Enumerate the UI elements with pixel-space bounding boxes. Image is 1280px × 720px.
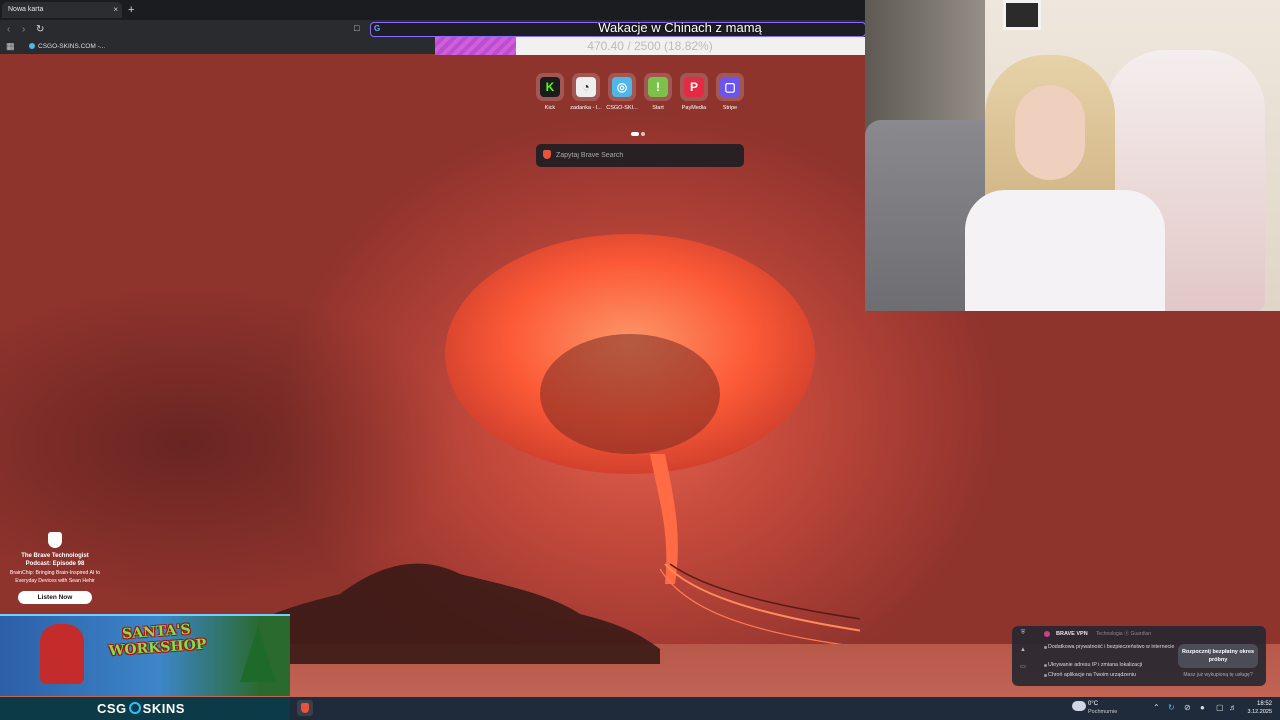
start-free-trial-button[interactable]: Rozpocznij bezpłatny okres próbny xyxy=(1178,644,1258,668)
already-purchased-link[interactable]: Masz już wykupioną tę usługę? xyxy=(1174,672,1262,679)
santa-workshop-title: SANTA'S WORKSHOP xyxy=(108,621,207,660)
kick-icon: K xyxy=(540,77,560,97)
shortcut-kick[interactable]: K Kick xyxy=(532,73,568,111)
page-dot-active[interactable] xyxy=(631,132,639,136)
weather-description: Pochmurnie xyxy=(1088,709,1118,715)
webcam-person-face xyxy=(1015,85,1085,180)
back-arrow-icon[interactable]: ‹ xyxy=(7,23,10,37)
vpn-name: BRAVE VPN xyxy=(1056,631,1088,637)
shortcut-tile: ◎ xyxy=(608,73,636,101)
brave-lion-icon xyxy=(301,703,309,713)
forward-arrow-icon[interactable]: › xyxy=(22,23,25,37)
webcam-feed xyxy=(865,0,1280,311)
tab-bar: Nowa karta × + xyxy=(0,0,865,20)
goal-title: Wakacje w Chinach z mamą xyxy=(598,20,762,35)
vpn-feature: Ukrywanie adresu IP i zmiana lokalizacji xyxy=(1044,662,1176,669)
podcast-card: The Brave Technologist Podcast: Episode … xyxy=(8,532,102,604)
shortcut-label: PayMedia xyxy=(681,105,707,111)
plus-icon[interactable]: + xyxy=(128,2,134,18)
shortcut-paymedia[interactable]: P PayMedia xyxy=(676,73,712,111)
vpn-feature: Dodatkowa prywatność i bezpieczeństwo w … xyxy=(1044,644,1175,650)
shortcut-stripe[interactable]: ▢ Stripe xyxy=(712,73,748,111)
start-icon: ! xyxy=(648,77,668,97)
santa-workshop-banner: SANTA'S WORKSHOP xyxy=(0,614,290,696)
search-input[interactable] xyxy=(556,148,736,163)
close-icon[interactable]: × xyxy=(113,2,118,18)
shortcut-tile: ▢ xyxy=(716,73,744,101)
csgo-skins-banner: CSG SKINS xyxy=(0,697,290,720)
bookmark-icon[interactable]: □ xyxy=(354,23,359,33)
screen: Nowa karta × + ‹ › ↻ □ G ▦ CSGO-SKINS.CO… xyxy=(0,0,1280,720)
shortcut-tile: ! xyxy=(644,73,672,101)
monitor-icon[interactable]: ▢ xyxy=(1216,703,1224,713)
device-icon[interactable]: ▭ xyxy=(1018,663,1028,670)
bookmark-label: CSGO-SKINS.COM -... xyxy=(38,43,106,50)
goal-progress-bar: 470.40 / 2500 (18.82%) xyxy=(435,37,865,55)
shortcut-label: Start xyxy=(652,105,664,111)
clock-time[interactable]: 18:52 xyxy=(1240,700,1272,708)
microphone-icon[interactable]: ● xyxy=(1200,703,1205,713)
bookmark-csgo-skins[interactable]: CSGO-SKINS.COM -... xyxy=(29,41,105,53)
csgo-logo-ring xyxy=(128,702,141,714)
chevron-up-icon[interactable]: ⌃ xyxy=(1153,703,1160,713)
brave-vpn-logo-icon xyxy=(1044,631,1050,637)
santa-figure xyxy=(40,624,84,684)
csgo-skins-logo: CSG SKINS xyxy=(97,701,185,716)
shortcut-label: Stripe xyxy=(722,105,738,111)
google-icon: G xyxy=(374,24,381,33)
tab-new-tab[interactable]: Nowa karta × xyxy=(2,2,122,18)
stripe-icon: ▢ xyxy=(720,77,740,97)
shortcut-start[interactable]: ! Start xyxy=(640,73,676,111)
brave-search-box[interactable] xyxy=(536,144,744,167)
brave-vpn-popup: ⛨ ▲ ▭ BRAVE VPN Technologia ⓖ Guardian D… xyxy=(1012,626,1266,686)
brave-lion-icon xyxy=(48,532,62,548)
reload-icon[interactable]: ↻ xyxy=(36,23,44,37)
brave-lion-icon xyxy=(543,150,551,159)
apps-grid-icon[interactable]: ▦ xyxy=(6,41,15,52)
network-off-icon[interactable]: ⊘ xyxy=(1184,703,1191,713)
shield-icon[interactable]: ⛨ xyxy=(1018,630,1028,637)
shortcut-zadanka[interactable]: ◔ zadanka - l... xyxy=(568,73,604,111)
vpn-technology: Technologia ⓖ Guardian xyxy=(1096,631,1152,637)
shortcut-tile: P xyxy=(680,73,708,101)
paymedia-icon: P xyxy=(684,77,704,97)
clock-date[interactable]: 3.12.2025 xyxy=(1240,708,1272,716)
csgo-favicon-icon xyxy=(29,43,35,49)
christmas-tree xyxy=(240,626,276,682)
shortcut-label: CSGO-SKI... xyxy=(606,105,638,111)
tab-title: Nowa karta xyxy=(8,6,44,13)
csgo-skins-icon: ◎ xyxy=(612,77,632,97)
weather-temperature: 0°C xyxy=(1088,701,1099,707)
shortcut-label: Kick xyxy=(544,105,556,111)
vpn-feature: Chroń aplikacje na Twoim urządzeniu xyxy=(1044,672,1176,679)
shortcut-tile: K xyxy=(536,73,564,101)
zadanka-icon: ◔ xyxy=(576,77,596,97)
vpn-side-icons: ⛨ ▲ ▭ xyxy=(1018,630,1028,682)
shortcut-csgo-skins[interactable]: ◎ CSGO-SKI... xyxy=(604,73,640,111)
shortcut-tile: ◔ xyxy=(572,73,600,101)
page-dots xyxy=(631,123,645,141)
shortcut-label: zadanka - l... xyxy=(570,105,602,111)
warning-icon[interactable]: ▲ xyxy=(1018,647,1028,653)
podcast-description: BrainChip: Bringing Brain-Inspired AI to… xyxy=(9,570,101,584)
podcast-title: The Brave Technologist Podcast: Episode … xyxy=(21,553,89,567)
listen-now-button[interactable]: Listen Now xyxy=(18,591,92,604)
sync-icon[interactable]: ↻ xyxy=(1168,703,1175,713)
cloud-icon[interactable] xyxy=(1072,701,1086,711)
webcam-person-body xyxy=(965,190,1165,311)
webcam-picture-frame xyxy=(1003,0,1041,30)
goal-progress-text: 470.40 / 2500 (18.82%) xyxy=(587,39,713,53)
volume-icon[interactable]: ♬ xyxy=(1229,703,1237,713)
page-dot[interactable] xyxy=(641,132,645,136)
